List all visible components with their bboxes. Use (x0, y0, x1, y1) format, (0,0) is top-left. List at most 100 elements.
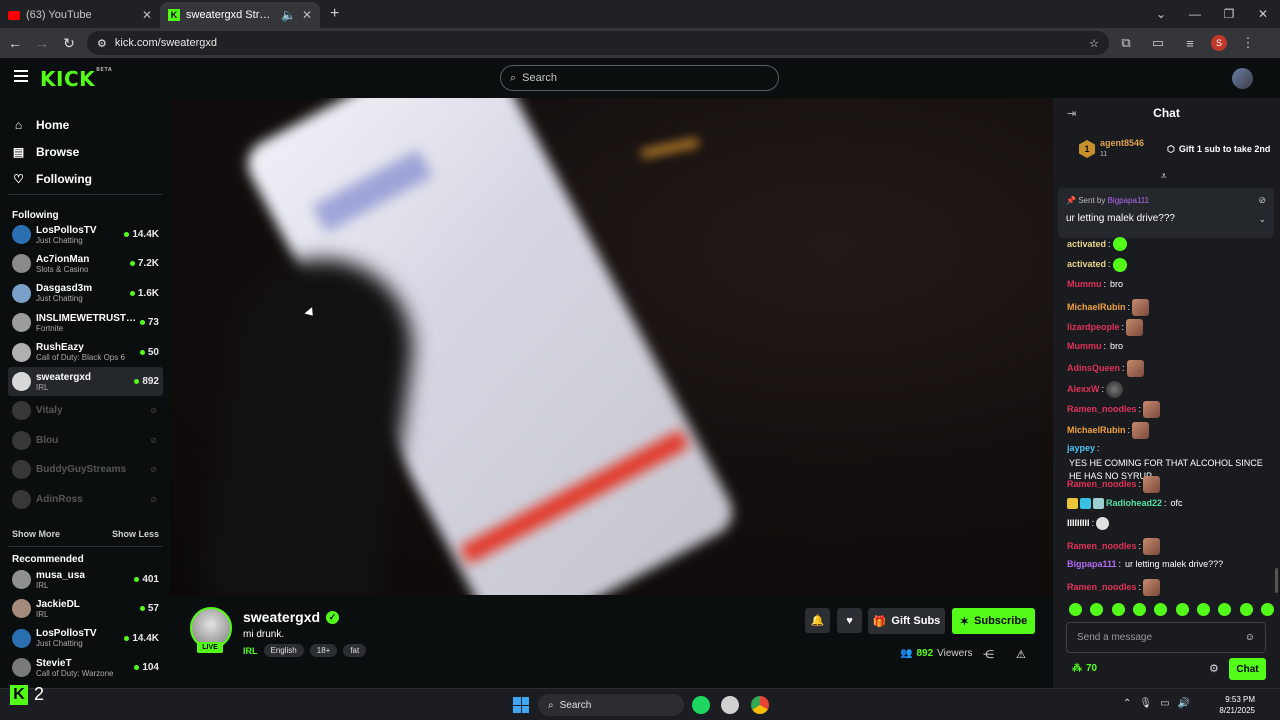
forward-icon[interactable]: → (30, 31, 54, 55)
nav-following[interactable]: ♡ Following (12, 165, 92, 192)
nav-browse[interactable]: ▤ Browse (12, 138, 92, 165)
emote-button[interactable] (1196, 603, 1210, 616)
chat-username[interactable]: Ramen_noodles (1067, 403, 1137, 416)
emote-button[interactable] (1239, 603, 1253, 616)
user-avatar[interactable] (1232, 68, 1253, 89)
emote-button[interactable] (1175, 603, 1189, 616)
chat-username[interactable]: MichaelRubin (1067, 301, 1126, 314)
streamer-name[interactable]: sweatergxd ✓ (243, 609, 340, 625)
sidebar-channel[interactable]: Dasgasd3m Just Chatting 1.6K (8, 279, 163, 308)
chat-username[interactable]: jaypey (1067, 442, 1095, 455)
cast-icon[interactable]: ▭ (1147, 32, 1169, 54)
chat-username[interactable]: MichaelRubin (1067, 424, 1126, 437)
sidebar-channel[interactable]: musa_usa IRL 401 (8, 565, 163, 594)
emote-button[interactable] (1218, 603, 1232, 616)
search-input[interactable]: ⌕ Search (500, 65, 779, 91)
hide-pin-icon[interactable]: ⊘ (1258, 195, 1266, 206)
media-controls-icon[interactable]: ≡ (1179, 32, 1201, 54)
gift-subs-button[interactable]: 🎁 Gift Subs (868, 608, 945, 634)
emote-button[interactable] (1260, 603, 1274, 616)
chat-username[interactable]: Ramen_noodles (1067, 581, 1137, 594)
chat-username[interactable]: activated (1067, 238, 1106, 251)
chat-username[interactable]: AdinsQueen (1067, 362, 1120, 375)
chat-username[interactable]: Mummu (1067, 278, 1102, 291)
chat-username[interactable]: IIIIIIIII (1067, 517, 1090, 530)
sidebar-channel[interactable]: Ac7ionMan Slots & Casino 7.2K (8, 249, 163, 278)
follow-button[interactable]: ♥ (837, 608, 862, 633)
address-bar[interactable]: ⚙ kick.com/sweatergxd ☆ (87, 31, 1109, 55)
sidebar-channel[interactable]: sweatergxd IRL 892 (8, 367, 163, 396)
chrome-icon[interactable] (751, 696, 769, 714)
restore-icon[interactable]: ❐ (1212, 0, 1246, 28)
emote-button[interactable] (1132, 603, 1146, 616)
close-tab-icon[interactable]: ✕ (302, 8, 312, 22)
sidebar-channel[interactable]: AdinRoss ⊘ (8, 485, 163, 514)
volume-icon[interactable]: 🔊 (1178, 698, 1190, 709)
tab-search-icon[interactable]: ⌄ (1144, 0, 1178, 28)
emoji-icon[interactable]: ☺ (1245, 632, 1255, 643)
notification-bell-button[interactable]: 🔔 (805, 608, 830, 633)
back-icon[interactable]: ← (3, 31, 27, 55)
sidebar-channel[interactable]: JackieDL IRL 57 (8, 594, 163, 623)
chat-input[interactable]: Send a message ☺ (1066, 622, 1266, 653)
chat-username[interactable]: Bigpapa111 (1067, 558, 1117, 571)
sidebar-channel[interactable]: Blou ⊘ (8, 426, 163, 455)
sidebar-channel[interactable]: INSLIMEWETRUSTL... Fortnite 73 (8, 308, 163, 337)
emote-button[interactable] (1069, 603, 1082, 616)
video-player[interactable] (170, 98, 1053, 595)
sidebar-channel[interactable]: LosPollosTV Just Chatting 14.4K (8, 220, 163, 249)
report-icon[interactable]: ⚠ (1016, 648, 1026, 661)
share-icon[interactable]: ⋲ (983, 648, 994, 661)
sidebar-channel[interactable]: RushEazy Call of Duty: Black Ops 6 50 (8, 338, 163, 367)
chat-username[interactable]: Mummu (1067, 340, 1102, 353)
emote-button[interactable] (1154, 603, 1168, 616)
tag-chip[interactable]: English (263, 644, 304, 657)
sidebar-channel[interactable]: BuddyGuyStreams ⊘ (8, 455, 163, 484)
chat-username[interactable]: lizardpeople (1067, 321, 1120, 334)
chat-username[interactable]: activated (1067, 258, 1106, 271)
display-icon[interactable]: ▭ (1160, 698, 1169, 709)
chat-username[interactable]: AlexxW (1067, 383, 1100, 396)
sent-by-user[interactable]: Bigpapa111 (1108, 196, 1150, 205)
chat-username[interactable]: Ramen_noodles (1067, 478, 1137, 491)
emote-button[interactable] (1090, 603, 1104, 616)
expand-pin-icon[interactable]: ⌄ (1258, 214, 1266, 225)
show-less-button[interactable]: Show Less (112, 529, 159, 539)
windows-start-icon[interactable] (513, 697, 529, 713)
tab-kick[interactable]: K sweatergxd Stream - Watch 🔈 ✕ (160, 2, 320, 28)
spotify-icon[interactable] (692, 696, 710, 714)
tab-youtube[interactable]: (63) YouTube ✕ (0, 2, 160, 28)
sidebar-channel[interactable]: LosPollosTV Just Chatting 14.4K (8, 624, 163, 653)
channel-points[interactable]: ⁂ 70 (1072, 663, 1097, 674)
taskbar-search[interactable]: ⌕ Search (538, 694, 684, 716)
microphone-icon[interactable]: 🎙 (1139, 698, 1152, 709)
subscribe-button[interactable]: ✶ Subscribe (952, 608, 1035, 634)
close-tab-icon[interactable]: ✕ (142, 8, 152, 22)
chat-username[interactable]: Radiohead22 (1106, 497, 1162, 510)
minimize-icon[interactable]: — (1178, 0, 1212, 28)
profile-avatar[interactable]: S (1211, 35, 1227, 51)
app-icon[interactable] (721, 696, 739, 714)
gear-icon[interactable]: ⚙ (1209, 662, 1219, 675)
speaker-icon[interactable]: 🔈 (281, 8, 296, 22)
system-clock[interactable]: 9:53 PM 8/21/2025 (1219, 694, 1255, 716)
bookmark-star-icon[interactable]: ☆ (1089, 37, 1099, 50)
chevron-up-icon[interactable]: ⌃ (1123, 698, 1131, 709)
reload-icon[interactable]: ↻ (57, 31, 81, 55)
site-info-icon[interactable]: ⚙ (97, 37, 107, 50)
gift-cta[interactable]: ⬡ Gift 1 sub to take 2nd (1167, 144, 1270, 155)
extensions-icon[interactable]: ⧉ (1115, 32, 1137, 54)
new-tab-button[interactable]: + (320, 5, 349, 28)
sidebar-channel[interactable]: Vitaly ⊘ (8, 396, 163, 425)
show-more-button[interactable]: Show More (12, 529, 60, 539)
emote-button[interactable] (1111, 603, 1125, 616)
close-window-icon[interactable]: ✕ (1246, 0, 1280, 28)
kick-logo[interactable]: KICKBETA (40, 67, 112, 91)
chat-scrollbar[interactable] (1275, 568, 1278, 593)
send-chat-button[interactable]: Chat (1229, 658, 1266, 680)
nav-home[interactable]: ⌂ Home (12, 111, 92, 138)
tag-chip[interactable]: fat (343, 644, 367, 657)
chat-username[interactable]: Ramen_noodles (1067, 540, 1137, 553)
sidebar-channel[interactable]: StevieT Call of Duty: Warzone 104 (8, 653, 163, 682)
tag-chip[interactable]: 18+ (309, 644, 338, 657)
